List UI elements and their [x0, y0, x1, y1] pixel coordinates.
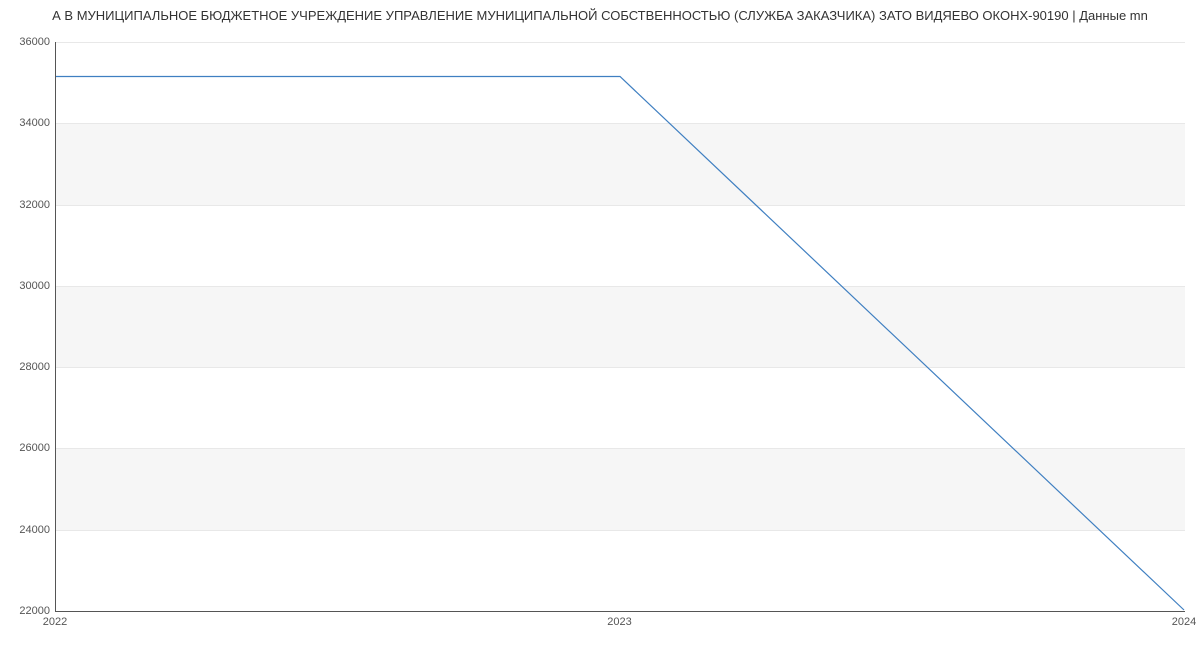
y-tick-label: 28000 [0, 361, 50, 373]
y-tick-label: 26000 [0, 442, 50, 454]
chart-title: А В МУНИЦИПАЛЬНОЕ БЮДЖЕТНОЕ УЧРЕЖДЕНИЕ У… [0, 8, 1200, 23]
plot-area [55, 42, 1185, 612]
y-tick-label: 32000 [0, 199, 50, 211]
x-tick-label: 2023 [607, 616, 631, 628]
series-line [56, 76, 1184, 610]
y-tick-label: 34000 [0, 117, 50, 129]
y-tick-label: 24000 [0, 524, 50, 536]
x-tick-label: 2024 [1172, 616, 1196, 628]
line-layer [56, 42, 1185, 611]
chart-container: А В МУНИЦИПАЛЬНОЕ БЮДЖЕТНОЕ УЧРЕЖДЕНИЕ У… [0, 0, 1200, 650]
y-tick-label: 30000 [0, 280, 50, 292]
y-tick-label: 36000 [0, 36, 50, 48]
x-tick-label: 2022 [43, 616, 67, 628]
